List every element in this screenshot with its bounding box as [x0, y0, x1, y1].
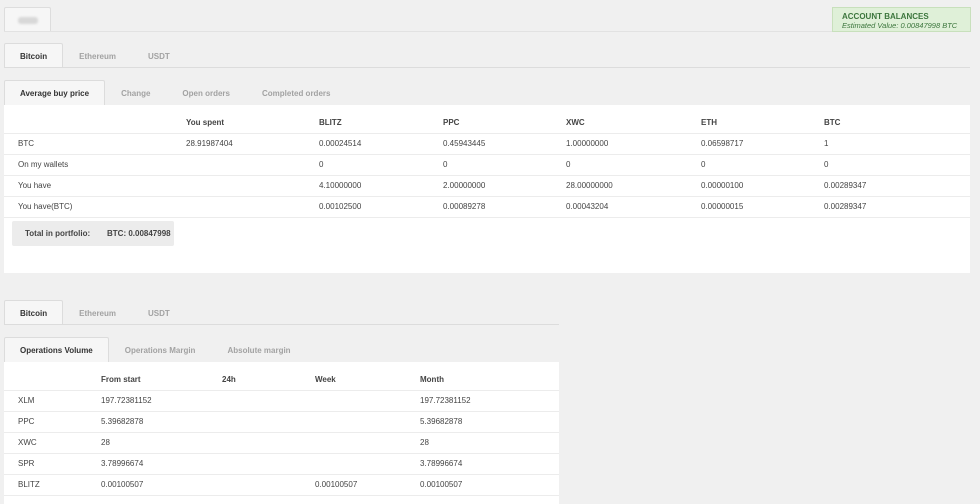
table-row: XLM 197.72381152 197.72381152 [4, 391, 559, 412]
row-label: On my wallets [18, 160, 69, 169]
table-row: BTC 28.91987404 0.00024514 0.45943445 1.… [4, 134, 970, 155]
tab-ethereum[interactable]: Ethereum [63, 43, 132, 68]
account-balances-box: ACCOUNT BALANCES Estimated Value: 0.0084… [832, 7, 971, 32]
tab-absolute-margin[interactable]: Absolute margin [211, 337, 306, 362]
cell-value: 0.00100507 [101, 480, 144, 489]
table-row: On my wallets 0 0 0 0 0 [4, 155, 970, 176]
cell-value: 0 [566, 160, 571, 169]
cell-value: 0.00000015 [701, 202, 744, 211]
header-week: Week [315, 375, 336, 384]
cell-value: 3.78996674 [420, 459, 463, 468]
cell-value: 0 [443, 160, 448, 169]
tab-average-buy-price[interactable]: Average buy price [4, 80, 106, 105]
header-blitz: BLITZ [319, 118, 342, 127]
cell-value: 0.00289347 [824, 181, 867, 190]
currency-tabs-top: Bitcoin Ethereum USDT [4, 43, 186, 68]
cell-value: 28.00000000 [566, 181, 613, 190]
table-row: You have 4.10000000 2.00000000 28.000000… [4, 176, 970, 197]
table-row: PPC 5.39682878 5.39682878 [4, 412, 559, 433]
cell-value: 1 [824, 139, 829, 148]
table-row: SPR 3.78996674 3.78996674 [4, 454, 559, 475]
account-tab[interactable] [4, 7, 51, 32]
cell-value: 0.00100507 [420, 480, 463, 489]
table-header-row: From start 24h Week Month [4, 370, 559, 391]
cell-value: 5.39682878 [101, 417, 144, 426]
header-month: Month [420, 375, 444, 384]
cell-value: 0 [701, 160, 706, 169]
tab-operations-volume[interactable]: Operations Volume [4, 337, 109, 362]
row-label: SPR [18, 459, 35, 468]
cell-value: 0.00000100 [701, 181, 744, 190]
tab-bitcoin[interactable]: Bitcoin [4, 43, 64, 68]
header-ppc: PPC [443, 118, 460, 127]
table-row: You have(BTC) 0.00102500 0.00089278 0.00… [4, 197, 970, 218]
tab-ethereum-bottom[interactable]: Ethereum [63, 300, 132, 325]
row-label: You have(BTC) [18, 202, 73, 211]
currency-tabs-divider [4, 67, 970, 68]
cell-value: 0.00043204 [566, 202, 609, 211]
cell-value: 0 [319, 160, 324, 169]
cell-value: 0.00089278 [443, 202, 486, 211]
tab-usdt[interactable]: USDT [132, 43, 186, 68]
operations-volume-panel: From start 24h Week Month XLM 197.723811… [4, 362, 559, 504]
header-btc: BTC [824, 118, 841, 127]
row-label: XLM [18, 396, 35, 405]
cell-value: 1.00000000 [566, 139, 609, 148]
cell-value: 5.39682878 [420, 417, 463, 426]
cell-value: 0.00100507 [315, 480, 358, 489]
cell-value: 0 [824, 160, 829, 169]
currency-tabs-bottom: Bitcoin Ethereum USDT [4, 300, 186, 325]
row-label: BTC [18, 139, 34, 148]
header-eth: ETH [701, 118, 717, 127]
account-balances-title: ACCOUNT BALANCES [842, 12, 929, 21]
header-divider [4, 31, 970, 32]
cell-value: 0.00289347 [824, 202, 867, 211]
header-from-start: From start [101, 375, 141, 384]
tab-change[interactable]: Change [105, 80, 166, 105]
header-xwc: XWC [566, 118, 585, 127]
cell-value: 0.00102500 [319, 202, 362, 211]
cell-value: 28 [101, 438, 110, 447]
analysis-tabs: Average buy price Change Open orders Com… [4, 80, 346, 105]
cell-value: 4.10000000 [319, 181, 362, 190]
table-header-row: You spent BLITZ PPC XWC ETH BTC [4, 113, 970, 134]
cell-value: 197.72381152 [420, 396, 471, 405]
tab-open-orders[interactable]: Open orders [166, 80, 246, 105]
tab-operations-margin[interactable]: Operations Margin [109, 337, 212, 362]
blurred-account-name [18, 17, 38, 24]
average-buy-price-panel: You spent BLITZ PPC XWC ETH BTC BTC 28.9… [4, 105, 970, 273]
cell-value: 28 [420, 438, 429, 447]
cell-value: 0.06598717 [701, 139, 744, 148]
tab-usdt-bottom[interactable]: USDT [132, 300, 186, 325]
row-label: PPC [18, 417, 35, 426]
cell-value: 197.72381152 [101, 396, 152, 405]
operations-tabs: Operations Volume Operations Margin Abso… [4, 337, 307, 362]
header-you-spent: You spent [186, 118, 225, 127]
table-row: BLITZ 0.00100507 0.00100507 0.00100507 [4, 475, 559, 496]
tab-bitcoin-bottom[interactable]: Bitcoin [4, 300, 64, 325]
currency-tabs-bottom-divider [4, 324, 559, 325]
estimated-value: Estimated Value: 0.00847998 BTC [842, 21, 958, 30]
total-label: Total in portfolio: [25, 229, 91, 238]
cell-value: 2.00000000 [443, 181, 486, 190]
cell-value: 28.91987404 [186, 139, 233, 148]
tab-completed-orders[interactable]: Completed orders [246, 80, 346, 105]
row-label: BLITZ [18, 480, 40, 489]
cell-value: 0.45943445 [443, 139, 486, 148]
total-in-portfolio: Total in portfolio: BTC: 0.00847998 [12, 221, 174, 246]
cell-value: 3.78996674 [101, 459, 144, 468]
cell-value: 0.00024514 [319, 139, 362, 148]
row-label: You have [18, 181, 52, 190]
total-value: BTC: 0.00847998 [107, 229, 171, 238]
row-label: XWC [18, 438, 37, 447]
header-24h: 24h [222, 375, 236, 384]
table-row: XWC 28 28 [4, 433, 559, 454]
